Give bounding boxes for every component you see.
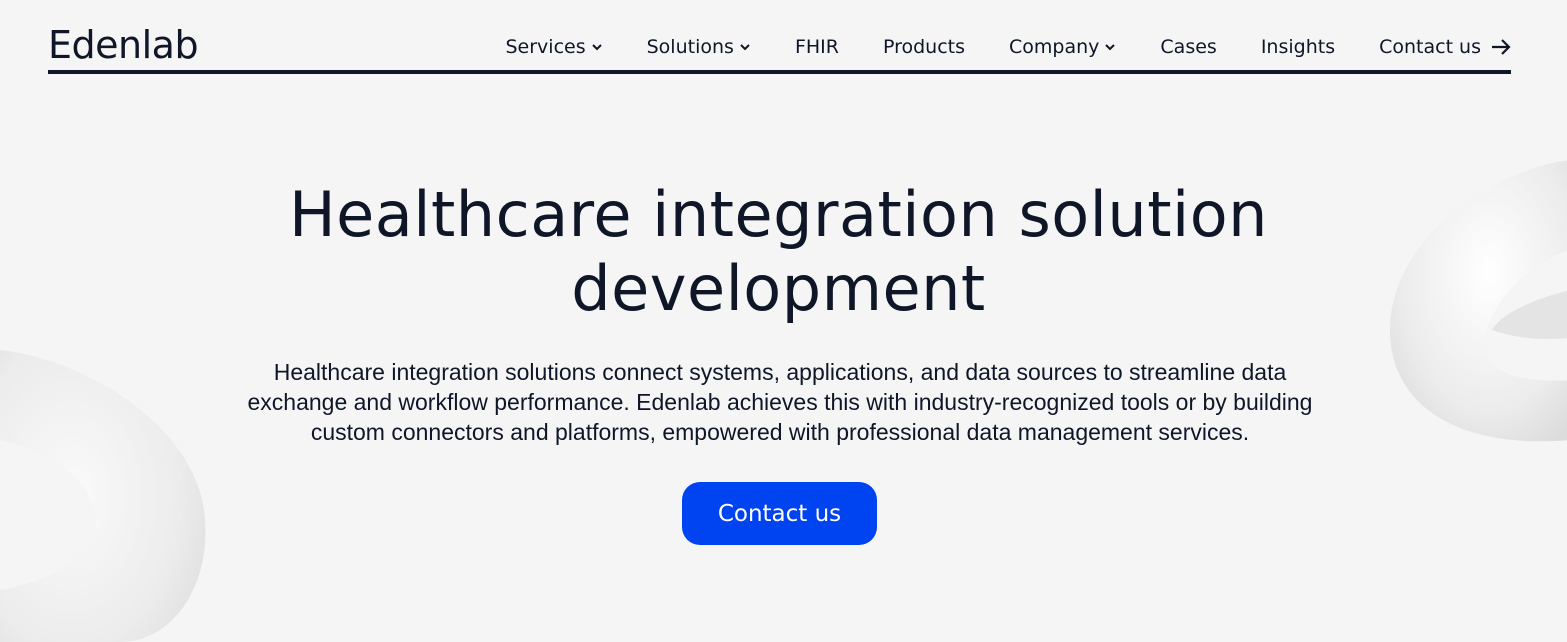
site-header: Edenlab Services Solutions FHIR Products… <box>48 22 1511 74</box>
nav-item-solutions[interactable]: Solutions <box>647 36 751 58</box>
hero-title: Healthcare integration solution developm… <box>120 178 1437 326</box>
hero-title-line: Healthcare integration solution <box>289 178 1268 251</box>
hero-description: Healthcare integration solutions connect… <box>180 357 1380 447</box>
nav-label: Cases <box>1160 36 1217 58</box>
nav-item-insights[interactable]: Insights <box>1261 36 1335 58</box>
nav-label: Solutions <box>646 36 734 58</box>
nav-item-company[interactable]: Company <box>1009 36 1116 58</box>
hero-title-line: development <box>571 252 986 325</box>
nav-label: FHIR <box>794 36 839 58</box>
nav-item-cases[interactable]: Cases <box>1160 36 1216 58</box>
contact-us-button[interactable]: Contact us <box>682 482 877 545</box>
nav-label: Contact us <box>1379 36 1481 58</box>
chevron-down-icon <box>1105 44 1116 51</box>
nav-item-services[interactable]: Services <box>506 36 603 58</box>
hero-description-line: custom connectors and platforms, empower… <box>310 419 1250 445</box>
nav-item-contact-us[interactable]: Contact us <box>1379 36 1511 58</box>
nav-item-products[interactable]: Products <box>883 36 965 58</box>
arrow-right-icon <box>1492 39 1511 55</box>
main-nav: Services Solutions FHIR Products Company… <box>506 34 1512 60</box>
nav-label: Services <box>505 36 586 58</box>
nav-label: Company <box>1009 36 1100 58</box>
nav-label: Insights <box>1260 36 1336 58</box>
nav-label: Products <box>882 36 966 58</box>
nav-item-fhir[interactable]: FHIR <box>795 36 839 58</box>
page: Edenlab Services Solutions FHIR Products… <box>0 0 1567 642</box>
chevron-down-icon <box>591 44 602 51</box>
hero-description-line: exchange and workflow performance. Edenl… <box>247 389 1313 415</box>
hero-description-line: Healthcare integration solutions connect… <box>273 359 1287 385</box>
logo[interactable]: Edenlab <box>48 22 199 68</box>
chevron-down-icon <box>740 44 750 51</box>
